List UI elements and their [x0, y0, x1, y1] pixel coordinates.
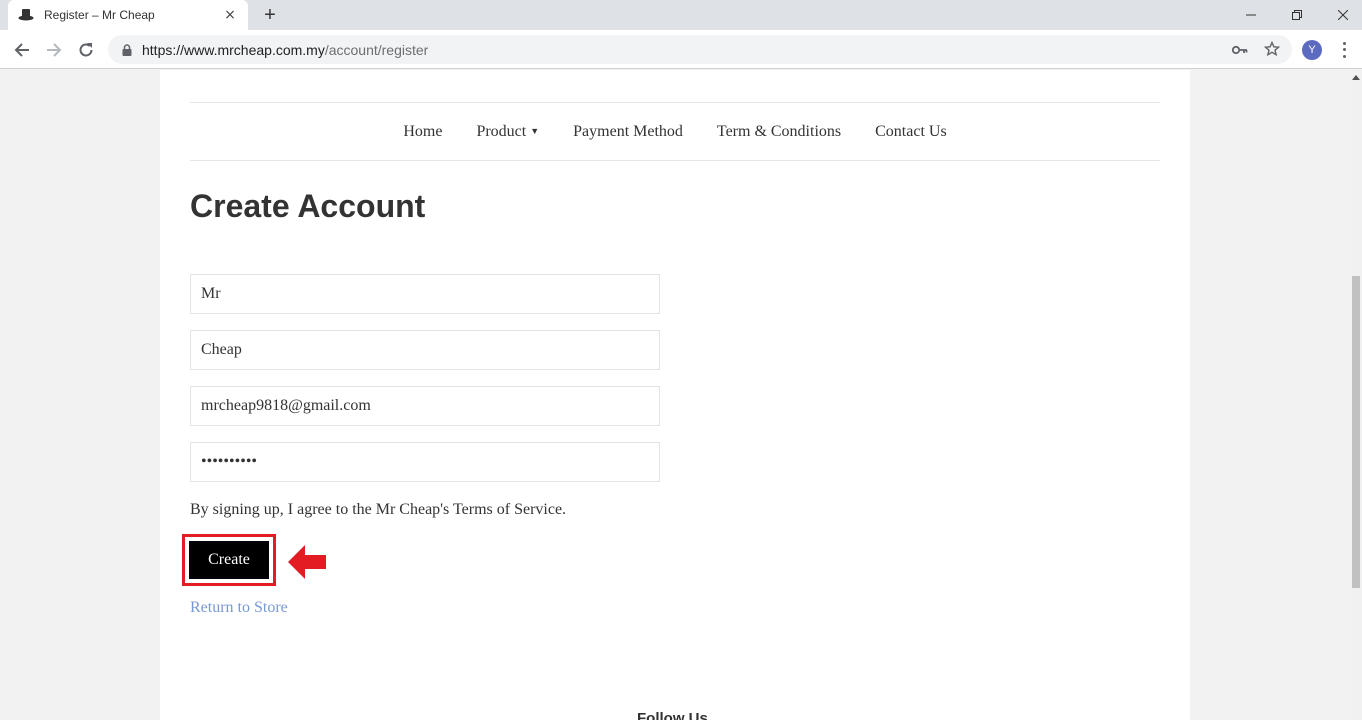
bookmark-star-icon[interactable]: [1264, 41, 1280, 57]
browser-tab[interactable]: Register – Mr Cheap ×: [8, 0, 248, 30]
password-input[interactable]: [190, 442, 660, 482]
back-arrow-icon[interactable]: [10, 38, 34, 62]
close-window-icon[interactable]: [1320, 0, 1362, 30]
return-to-store-link[interactable]: Return to Store: [190, 599, 288, 617]
new-tab-button[interactable]: +: [258, 3, 282, 27]
profile-avatar[interactable]: Y: [1302, 40, 1322, 60]
follow-us-heading: Follow Us: [637, 710, 708, 720]
browser-menu-icon[interactable]: [1336, 40, 1352, 60]
email-input[interactable]: [190, 386, 660, 426]
minimize-icon[interactable]: [1228, 0, 1274, 30]
reload-icon[interactable]: [74, 38, 98, 62]
url-text: https://www.mrcheap.com.my/account/regis…: [142, 42, 428, 58]
terms-agreement-text: By signing up, I agree to the Mr Cheap's…: [190, 501, 567, 518]
create-button[interactable]: Create: [189, 541, 269, 579]
hat-favicon-icon: [18, 7, 34, 23]
site-navigation: Home Product ▼ Payment Method Term & Cond…: [190, 103, 1160, 160]
red-arrow-left-icon: [288, 545, 326, 579]
page-viewport: Home Product ▼ Payment Method Term & Cond…: [0, 70, 1350, 720]
tab-close-icon[interactable]: ×: [222, 7, 238, 23]
forward-arrow-icon[interactable]: [42, 38, 66, 62]
browser-toolbar: https://www.mrcheap.com.my/account/regis…: [0, 30, 1362, 69]
tab-title: Register – Mr Cheap: [44, 8, 155, 22]
nav-contact-us[interactable]: Contact Us: [875, 123, 947, 141]
nav-terms-conditions[interactable]: Term & Conditions: [717, 123, 841, 141]
nav-product[interactable]: Product ▼: [476, 123, 539, 141]
address-bar[interactable]: https://www.mrcheap.com.my/account/regis…: [108, 35, 1292, 64]
url-path: /account/register: [324, 41, 429, 58]
url-host: https://www.mrcheap.com.my: [142, 41, 325, 58]
nav-home[interactable]: Home: [403, 123, 442, 141]
lock-icon: [120, 43, 134, 57]
nav-payment-method[interactable]: Payment Method: [573, 123, 683, 141]
first-name-input[interactable]: [190, 274, 660, 314]
page-scrollbar[interactable]: [1350, 70, 1362, 720]
restore-icon[interactable]: [1274, 0, 1320, 30]
page-container: Home Product ▼ Payment Method Term & Cond…: [160, 70, 1190, 720]
last-name-input[interactable]: [190, 330, 660, 370]
nav-product-label: Product: [476, 122, 527, 140]
scroll-up-arrow-icon[interactable]: [1350, 72, 1362, 82]
caret-down-icon: ▼: [530, 125, 540, 136]
nav-divider-bottom: [190, 160, 1160, 161]
browser-tab-bar: Register – Mr Cheap × +: [0, 0, 1362, 30]
key-icon[interactable]: [1232, 42, 1248, 58]
scrollbar-thumb[interactable]: [1352, 276, 1360, 588]
page-title: Create Account: [190, 188, 426, 224]
